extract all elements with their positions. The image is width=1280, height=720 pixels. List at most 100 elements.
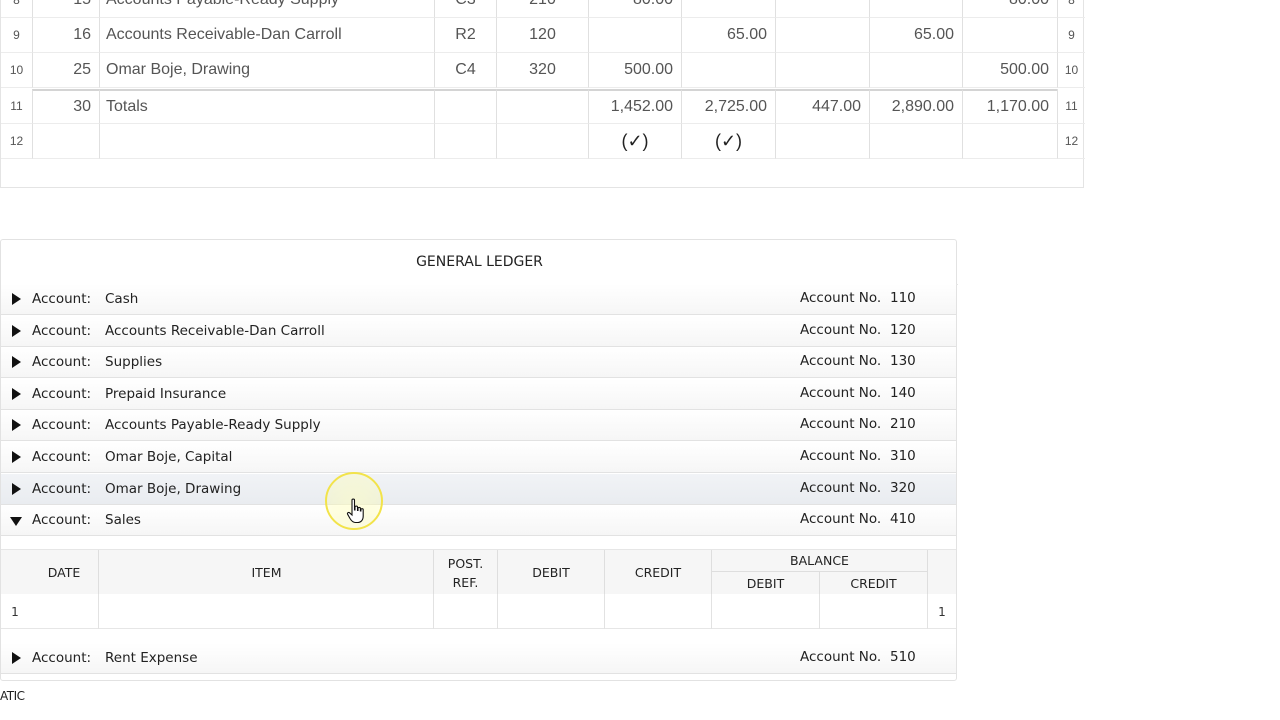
caret-right-icon[interactable] [12, 419, 21, 431]
account-row[interactable]: Account: Cash Account No. 110 [1, 284, 956, 315]
amount-col-5[interactable]: 80.00 [962, 0, 1057, 18]
account-label: Account: [32, 291, 92, 307]
account-row[interactable]: Account: Prepaid Insurance Account No. 140 [1, 379, 956, 410]
account-label: Account: [32, 449, 92, 465]
account-label: Account: [32, 512, 92, 528]
post-ref-cell[interactable]: 120 [496, 18, 588, 53]
day-cell[interactable]: 15 [32, 0, 99, 18]
amount-col-3[interactable] [775, 18, 869, 53]
post-ref-cell[interactable] [496, 89, 588, 124]
caret-right-icon[interactable] [12, 652, 21, 664]
amount-col-4[interactable] [869, 124, 962, 159]
account-label: Account: [32, 650, 92, 666]
debit-cell[interactable] [497, 594, 604, 629]
account-row[interactable]: Account: Omar Boje, Drawing Account No. 320 [1, 474, 956, 505]
corner-label: ATIC [0, 689, 25, 703]
account-no-label: Account No. [800, 385, 882, 401]
account-row[interactable]: Account: Accounts Receivable-Dan Carroll A… [1, 316, 956, 347]
caret-right-icon[interactable] [12, 356, 21, 368]
doc-cell[interactable]: R2 [434, 18, 496, 53]
account-name: Accounts Payable-Ready Supply [105, 417, 321, 433]
amount-col-2[interactable]: 2,725.00 [681, 89, 775, 124]
account-number: 110 [890, 290, 916, 306]
day-cell[interactable]: 30 [32, 89, 99, 124]
account-row[interactable]: Account: Supplies Account No. 130 [1, 347, 956, 378]
doc-cell[interactable] [434, 89, 496, 124]
account-label: Account: [32, 386, 92, 402]
account-no-label: Account No. [800, 416, 882, 432]
amount-col-3[interactable] [775, 0, 869, 18]
date-cell[interactable] [29, 594, 99, 629]
amount-col-5[interactable] [962, 124, 1057, 159]
amount-col-1[interactable] [588, 18, 681, 53]
account-row[interactable]: Account: Omar Boje, Capital Account No. 310 [1, 442, 956, 473]
caret-right-icon[interactable] [12, 325, 21, 337]
account-label: Account: [32, 481, 92, 497]
amount-col-2[interactable] [681, 0, 775, 18]
amount-col-2[interactable]: 65.00 [681, 18, 775, 53]
row-number: 10 [1, 53, 32, 88]
account-no-label: Account No. [800, 480, 882, 496]
caret-right-icon[interactable] [12, 483, 21, 495]
account-cell[interactable]: Accounts Payable-Ready Supply [99, 0, 434, 18]
account-cell[interactable]: Accounts Receivable-Dan Carroll [99, 18, 434, 53]
post-ref-cell[interactable] [433, 594, 497, 629]
caret-right-icon[interactable] [12, 451, 21, 463]
ledger-table-row: 1 1 [1, 594, 956, 629]
amount-col-5[interactable]: 500.00 [962, 53, 1057, 88]
amount-col-5[interactable]: 1,170.00 [962, 89, 1057, 124]
amount-col-1[interactable]: 80.00 [588, 0, 681, 18]
journal-row: 12 (✓) (✓) 12 [1, 124, 1085, 159]
amount-col-3[interactable]: 447.00 [775, 89, 869, 124]
doc-cell[interactable]: C4 [434, 53, 496, 88]
account-row[interactable]: Account: Rent Expense Account No. 510 [1, 643, 956, 674]
col-row-right [927, 550, 956, 595]
col-debit: DEBIT [497, 550, 604, 595]
amount-col-4[interactable]: 2,890.00 [869, 89, 962, 124]
account-name: Omar Boje, Drawing [105, 481, 242, 497]
post-ref-cell[interactable]: 320 [496, 53, 588, 88]
account-name: Cash [105, 291, 139, 307]
day-cell[interactable]: 25 [32, 53, 99, 88]
amount-col-2[interactable]: (✓) [681, 124, 775, 159]
col-balance: BALANCE [711, 550, 927, 572]
account-cell[interactable] [99, 124, 434, 159]
row-number-right: 11 [1057, 89, 1085, 124]
amount-col-5[interactable] [962, 18, 1057, 53]
col-post-ref: POST. REF. [433, 550, 497, 595]
balance-credit-cell[interactable] [819, 594, 927, 629]
caret-right-icon[interactable] [12, 293, 21, 305]
account-name: Prepaid Insurance [105, 386, 227, 402]
post-ref-cell[interactable] [496, 124, 588, 159]
col-balance-credit: CREDIT [819, 571, 927, 595]
caret-right-icon[interactable] [12, 388, 21, 400]
amount-col-2[interactable] [681, 53, 775, 88]
amount-col-4[interactable] [869, 0, 962, 18]
credit-cell[interactable] [604, 594, 711, 629]
day-cell[interactable]: 16 [32, 18, 99, 53]
amount-col-1[interactable]: (✓) [588, 124, 681, 159]
journal-row: 11 30 Totals 1,452.00 2,725.00 447.00 2,890.00… [1, 89, 1085, 124]
doc-cell[interactable]: C3 [434, 0, 496, 18]
doc-cell[interactable] [434, 124, 496, 159]
amount-col-1[interactable]: 500.00 [588, 53, 681, 88]
col-item: ITEM [98, 550, 434, 595]
account-number: 140 [890, 385, 916, 401]
account-cell[interactable]: Totals [99, 89, 434, 124]
amount-col-4[interactable]: 65.00 [869, 18, 962, 53]
amount-col-1[interactable]: 1,452.00 [588, 89, 681, 124]
caret-down-icon[interactable] [10, 517, 22, 526]
account-number: 130 [890, 353, 916, 369]
account-cell[interactable]: Omar Boje, Drawing [99, 53, 434, 88]
amount-col-3[interactable] [775, 53, 869, 88]
day-cell[interactable] [32, 124, 99, 159]
account-no-label: Account No. [800, 448, 882, 464]
amount-col-4[interactable] [869, 53, 962, 88]
account-no-label: Account No. [800, 322, 882, 338]
balance-debit-cell[interactable] [711, 594, 819, 629]
post-ref-cell[interactable]: 210 [496, 0, 588, 18]
item-cell[interactable] [98, 594, 434, 629]
account-row[interactable]: Account: Accounts Payable-Ready Supply Acc… [1, 410, 956, 441]
account-row[interactable]: Account: Sales Account No. 410 [1, 505, 956, 536]
amount-col-3[interactable] [775, 124, 869, 159]
